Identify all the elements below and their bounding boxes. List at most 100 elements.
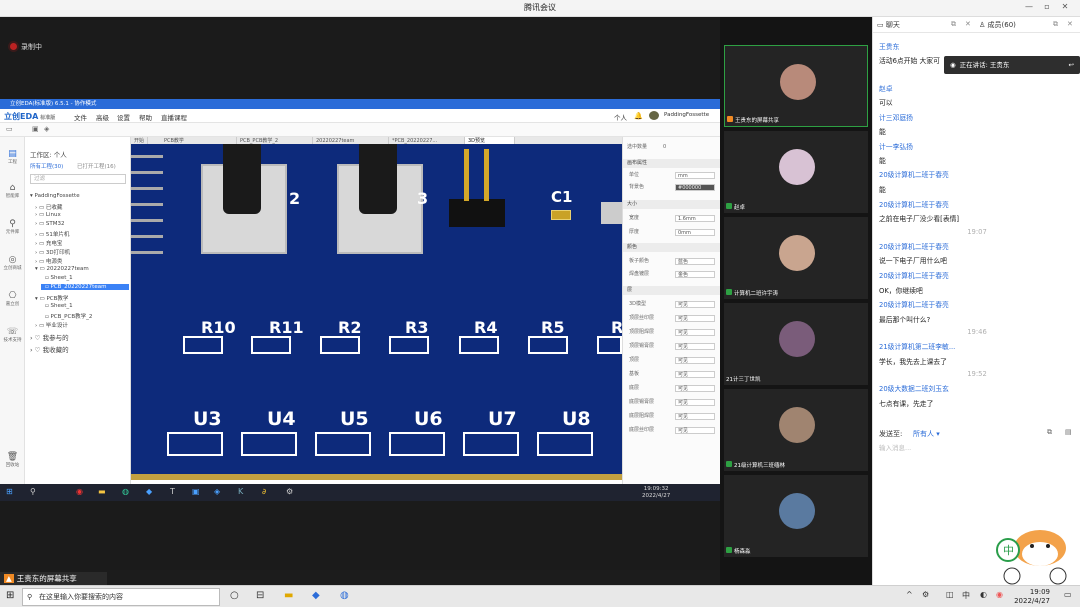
menu-advanced[interactable]: 高级: [96, 112, 109, 122]
layer-visibility-select[interactable]: 可见: [675, 357, 715, 364]
tray-icon[interactable]: ⚙: [922, 590, 929, 599]
sidebar-item-support[interactable]: ☏ 技术支持: [0, 327, 25, 343]
section-canvas[interactable]: 画布属性: [623, 159, 720, 168]
tab-members[interactable]: ♙ 成员(60): [979, 20, 1016, 30]
tree-item[interactable]: ▫ PCB_PCB教学_2: [45, 312, 92, 320]
sidebar-item-components[interactable]: ⚲ 元件库: [0, 219, 25, 235]
silk-label-2: 2: [289, 189, 301, 208]
silk-label-u4: U4: [267, 408, 296, 430]
maximize-icon[interactable]: ▫: [1040, 2, 1054, 11]
file-icon[interactable]: ▤: [1065, 428, 1072, 436]
layer-visibility-select[interactable]: 可见: [675, 343, 715, 350]
video-tile-5[interactable]: 21级计算机三班缅林: [724, 389, 868, 471]
sidebar-item-smart-lib[interactable]: ⌂ 智能库: [0, 183, 25, 199]
layer-visibility-select[interactable]: 可见: [675, 315, 715, 322]
layers-icon[interactable]: ◈: [44, 125, 49, 133]
video-tile-4[interactable]: 21计三丁世凯: [724, 303, 868, 385]
widgets-icon[interactable]: ⊟: [256, 590, 264, 601]
send-to-select[interactable]: 所有人 ▾: [913, 429, 940, 439]
layer-visibility-select[interactable]: 可见: [675, 385, 715, 392]
tree-item[interactable]: › ▭ Linux: [35, 212, 61, 218]
tree-item[interactable]: › ▭ 毕业设计: [35, 321, 68, 329]
video-tile-6[interactable]: 杨森淼: [724, 475, 868, 557]
layer-visibility-select[interactable]: 可见: [675, 413, 715, 420]
video-tile-1[interactable]: 王贵东的屏幕共享: [724, 45, 868, 127]
windows-start-icon[interactable]: ⊞: [6, 590, 14, 601]
taskbar-search-input[interactable]: ⚲ 在这里输入你要搜索的内容: [22, 588, 220, 606]
board-color-select[interactable]: 蓝色: [675, 258, 715, 265]
video-tile-2[interactable]: 赵卓: [724, 131, 868, 213]
pcb-3d-canvas[interactable]: 2 3 C1 R10 R11 R2 R3 R4 R5 R U3 U4 U5 U6…: [131, 144, 622, 480]
tab-opened-projects[interactable]: 已打开工程(16): [77, 162, 116, 170]
layer-visibility-select[interactable]: 可见: [675, 371, 715, 378]
file-explorer-icon[interactable]: ▬: [284, 590, 293, 601]
section-layer[interactable]: 层: [623, 286, 720, 295]
section-color[interactable]: 颜色: [623, 243, 720, 252]
section-size[interactable]: 大小: [623, 200, 720, 209]
layer-visibility-select[interactable]: 可见: [675, 301, 715, 308]
volume-icon[interactable]: ◐: [980, 590, 987, 599]
bg-color-field[interactable]: #000000: [675, 184, 715, 191]
tree-item[interactable]: ▫ Sheet_1: [45, 303, 73, 309]
tab-chat[interactable]: ▭ 聊天: [877, 20, 900, 30]
close-chat-icon[interactable]: ✕: [965, 20, 971, 28]
task-view-icon[interactable]: ○: [230, 590, 239, 601]
minimize-icon[interactable]: —: [1022, 2, 1036, 11]
tree-item[interactable]: › ▭ 3D打印机: [35, 248, 70, 256]
finish-select[interactable]: 金色: [675, 271, 715, 278]
screenshot-icon[interactable]: ⧉: [1047, 428, 1052, 437]
width-input[interactable]: 1.6mm: [675, 215, 715, 222]
folder-icon[interactable]: ▭: [6, 125, 13, 133]
bell-icon[interactable]: 🔔: [634, 112, 643, 120]
unit-select[interactable]: mm: [675, 172, 715, 179]
lang-indicator[interactable]: 中: [962, 590, 970, 601]
tree-item-selected[interactable]: ▫ PCB_20220227team: [41, 284, 129, 290]
tencent-meeting-icon[interactable]: ◆: [312, 590, 320, 601]
tab-all-projects[interactable]: 所有工程(30): [30, 162, 63, 170]
close-icon[interactable]: ✕: [1058, 2, 1072, 11]
tree-filter-input[interactable]: 过滤: [30, 174, 126, 184]
menu-live-course[interactable]: 直播课程: [161, 112, 187, 122]
layer-visibility-select[interactable]: 可见: [675, 399, 715, 406]
network-icon[interactable]: ◫: [946, 590, 954, 599]
user-menu[interactable]: 个人: [614, 112, 627, 122]
tree-item[interactable]: ▫ Sheet_1: [45, 275, 73, 281]
popout-icon[interactable]: ⧉: [951, 20, 956, 29]
tree-item[interactable]: ▾ ▭ 20220227team: [35, 266, 89, 272]
close-members-icon[interactable]: ✕: [1067, 20, 1073, 28]
layer-visibility-select[interactable]: 可见: [675, 427, 715, 434]
tree-item-participated[interactable]: › ♡ 我参与的: [30, 332, 69, 342]
sidebar-item-trash[interactable]: 🗑 回收站: [0, 452, 25, 468]
tree-item[interactable]: › ▭ 充电宝: [35, 239, 62, 247]
pin-header-2: [449, 199, 505, 227]
layer-visibility-select[interactable]: 可见: [675, 329, 715, 336]
sidebar-item-project[interactable]: ▤ 工程: [0, 149, 25, 165]
tray-arrow-icon[interactable]: ^: [906, 590, 913, 599]
tree-item[interactable]: › ▭ 已收藏: [35, 203, 62, 211]
username[interactable]: PaddingFossette: [664, 112, 709, 118]
tree-item[interactable]: › ▭ STM32: [35, 221, 65, 227]
tree-item[interactable]: ▾ PaddingFossette: [30, 193, 80, 199]
workspace-selector[interactable]: 工作区: 个人: [30, 149, 67, 159]
taskbar-clock[interactable]: 19:09 2022/4/27: [1014, 588, 1050, 606]
tree-item[interactable]: › ▭ 电源类: [35, 257, 62, 265]
save-icon[interactable]: ▣: [32, 125, 39, 133]
edge-icon[interactable]: ◍: [340, 590, 349, 601]
sidebar-item-mall[interactable]: ◎ 立创商城: [0, 255, 25, 271]
silk-label-r5: R5: [541, 318, 565, 337]
menu-settings[interactable]: 设置: [117, 112, 130, 122]
avatar[interactable]: [649, 111, 659, 120]
tree-item[interactable]: ▾ ▭ PCB教学: [35, 294, 68, 302]
thickness-input[interactable]: 0mm: [675, 229, 715, 236]
recording-indicator[interactable]: 录制中: [10, 42, 42, 52]
chat-input[interactable]: 输入消息...: [879, 442, 911, 452]
tree-item[interactable]: › ▭ 51单片机: [35, 230, 69, 238]
sidebar-item-jlc[interactable]: ⎔ 嘉立创: [0, 291, 25, 307]
more-icon[interactable]: ⧉: [1053, 20, 1058, 29]
notification-icon[interactable]: ▭: [1064, 590, 1072, 599]
menu-help[interactable]: 帮助: [139, 112, 152, 122]
menu-file[interactable]: 文件: [74, 112, 87, 122]
video-tile-3[interactable]: 计算机二班许宇涛: [724, 217, 868, 299]
app-tray-icon[interactable]: ◉: [996, 590, 1003, 599]
tree-item-favorites[interactable]: › ♡ 我收藏的: [30, 344, 69, 354]
